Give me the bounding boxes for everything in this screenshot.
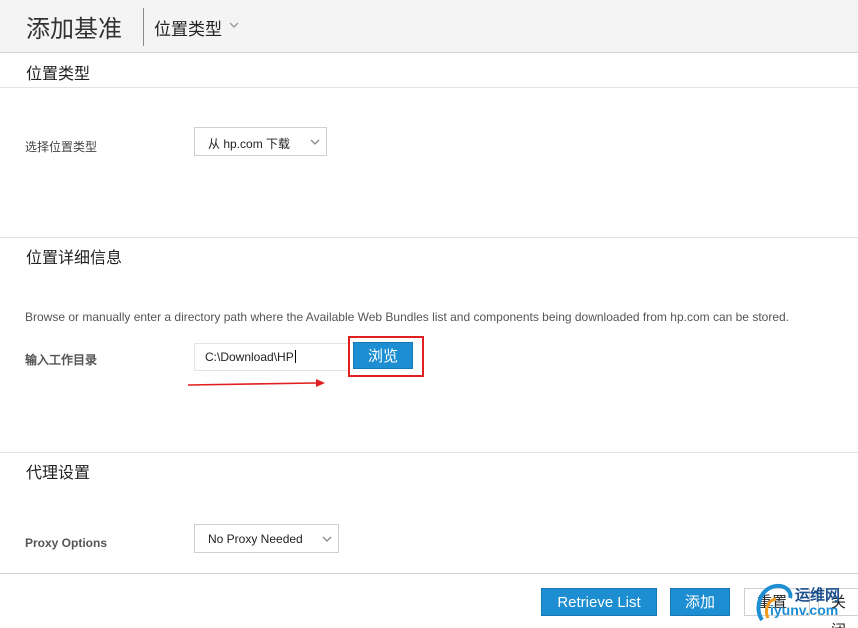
chevron-down-icon (322, 536, 332, 542)
text-caret (294, 350, 296, 363)
location-type-value: 从 hp.com 下载 (208, 137, 291, 151)
browse-button[interactable]: 浏览 (353, 342, 413, 369)
location-type-select[interactable]: 从 hp.com 下载 (194, 127, 327, 156)
footer-divider (0, 573, 858, 574)
section-title-location-type: 位置类型 (26, 66, 91, 83)
location-type-label: 选择位置类型 (25, 140, 98, 154)
location-details-description: Browse or manually enter a directory pat… (25, 310, 789, 324)
header-divider (143, 8, 144, 46)
add-button[interactable]: 添加 (670, 588, 730, 616)
retrieve-list-button[interactable]: Retrieve List (541, 588, 657, 616)
page-header: 添加基准 位置类型 (0, 0, 858, 53)
proxy-options-label: Proxy Options (25, 536, 108, 550)
section-title-proxy: 代理设置 (26, 465, 91, 482)
section-title-location-details: 位置详细信息 (26, 250, 123, 267)
section-divider (0, 87, 858, 88)
section-divider (0, 452, 858, 453)
page-title: 添加基准 (26, 16, 122, 43)
proxy-options-value: No Proxy Needed (208, 532, 303, 546)
chevron-down-icon[interactable] (228, 19, 240, 31)
working-directory-label: 输入工作目录 (25, 353, 98, 367)
proxy-options-select[interactable]: No Proxy Needed (194, 524, 339, 553)
working-directory-value: C:\Download\HP (205, 350, 294, 364)
watermark-line2: iyunv.com (770, 602, 839, 618)
annotation-arrow-icon (188, 379, 325, 387)
working-directory-input[interactable]: C:\Download\HP (194, 343, 350, 371)
chevron-down-icon (310, 139, 320, 145)
watermark-logo: 运维网 iyunv.com (752, 578, 858, 628)
breadcrumb-location-type[interactable]: 位置类型 (154, 15, 222, 40)
section-divider (0, 237, 858, 238)
